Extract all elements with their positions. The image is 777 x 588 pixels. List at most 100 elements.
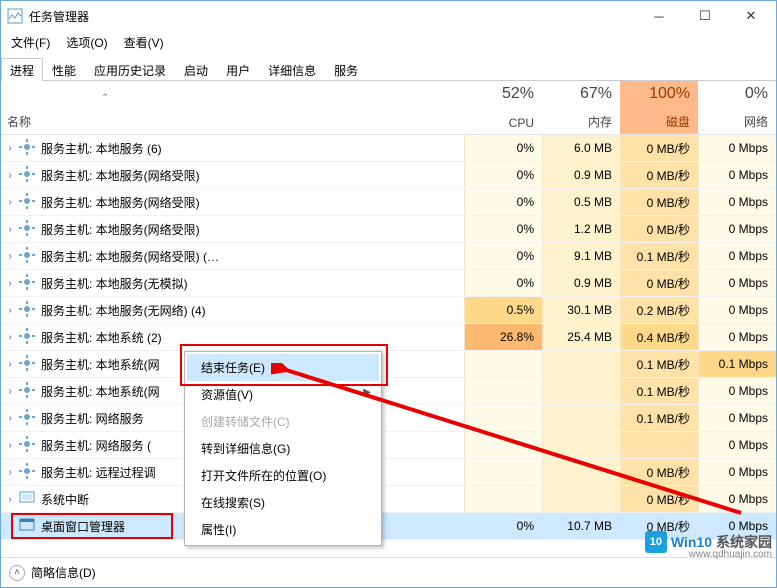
service-gear-icon <box>19 463 41 482</box>
fewer-details-label[interactable]: 简略信息(D) <box>31 564 96 581</box>
tab-performance[interactable]: 性能 <box>43 58 85 81</box>
process-row[interactable]: ›系统中断0 MB/秒0 Mbps <box>1 486 776 513</box>
submenu-arrow-icon: ▶ <box>363 387 371 398</box>
cell-disk <box>620 432 698 458</box>
menu-file[interactable]: 文件(F) <box>5 32 56 53</box>
process-row[interactable]: › 服务主机: 本地服务(网络受限)0%1.2 MB0 MB/秒0 Mbps <box>1 216 776 243</box>
process-row[interactable]: ›服务主机: 本地服务 (6)0%6.0 MB0 MB/秒0 Mbps <box>1 135 776 162</box>
cell-mem <box>542 351 620 377</box>
cell-mem <box>542 459 620 485</box>
cell-cpu <box>464 351 542 377</box>
service-gear-icon <box>19 193 41 212</box>
tab-history[interactable]: 应用历史记录 <box>85 58 175 81</box>
tab-startup[interactable]: 启动 <box>175 58 217 81</box>
cell-net: 0 Mbps <box>698 216 776 242</box>
close-button[interactable]: ✕ <box>728 1 774 31</box>
process-row[interactable]: ›服务主机: 本地服务(网络受限) (…0%9.1 MB0.1 MB/秒0 Mb… <box>1 243 776 270</box>
menu-view[interactable]: 查看(V) <box>118 32 170 53</box>
menu-bar: 文件(F) 选项(O) 查看(V) <box>1 31 776 53</box>
system-interrupt-icon <box>19 490 41 509</box>
cell-cpu: 26.8% <box>464 324 542 350</box>
tab-services[interactable]: 服务 <box>325 58 367 81</box>
cell-cpu: 0% <box>464 243 542 269</box>
expand-arrow-icon[interactable]: › <box>1 251 19 262</box>
cell-mem: 1.2 MB <box>542 216 620 242</box>
cell-cpu <box>464 486 542 512</box>
expand-arrow-icon[interactable]: › <box>1 332 19 343</box>
column-memory[interactable]: 67% 内存 <box>542 81 620 134</box>
process-row[interactable]: ›服务主机: 本地系统 (2)26.8%25.4 MB0.4 MB/秒0 Mbp… <box>1 324 776 351</box>
expand-arrow-icon[interactable]: › <box>1 143 19 154</box>
process-row[interactable]: ›服务主机: 本地系统(网0.1 MB/秒0.1 Mbps <box>1 351 776 378</box>
column-disk[interactable]: 100% 磁盘 <box>620 81 698 134</box>
watermark: 10 Win10系统家园 www.qdhuajin.com <box>645 531 772 553</box>
expand-arrow-icon[interactable]: › <box>1 170 19 181</box>
cell-net: 0 Mbps <box>698 378 776 404</box>
cell-net: 0 Mbps <box>698 405 776 431</box>
process-name: 服务主机: 本地系统 (2) <box>41 329 464 346</box>
cell-mem: 0.9 MB <box>542 162 620 188</box>
process-row[interactable]: ›服务主机: 网络服务 (0 Mbps <box>1 432 776 459</box>
menu-item-resource-values[interactable]: 资源值(V) ▶ <box>187 381 379 408</box>
process-name: 服务主机: 本地服务(网络受限) <box>41 221 464 238</box>
task-manager-window: 任务管理器 ─ ☐ ✕ 文件(F) 选项(O) 查看(V) 进程 性能 应用历史… <box>0 0 777 588</box>
expand-arrow-icon[interactable]: › <box>1 278 19 289</box>
expand-arrow-icon[interactable]: › <box>1 494 19 505</box>
expand-arrow-icon[interactable]: › <box>1 386 19 397</box>
cell-cpu: 0% <box>464 216 542 242</box>
expand-arrow-icon[interactable]: › <box>1 224 19 235</box>
menu-item-create-dump[interactable]: 创建转储文件(C) <box>187 408 379 435</box>
menu-item-end-task[interactable]: 结束任务(E) <box>187 354 379 381</box>
column-name[interactable]: ⌃ 名称 <box>1 81 464 134</box>
expand-arrow-icon[interactable]: › <box>1 359 19 370</box>
app-icon <box>7 8 23 24</box>
maximize-button[interactable]: ☐ <box>682 1 728 31</box>
cell-mem: 30.1 MB <box>542 297 620 323</box>
process-name: 服务主机: 本地服务(网络受限) <box>41 194 464 211</box>
expand-arrow-icon[interactable]: › <box>1 305 19 316</box>
cell-disk: 0 MB/秒 <box>620 216 698 242</box>
process-row[interactable]: ›服务主机: 本地服务(网络受限)0%0.5 MB0 MB/秒0 Mbps <box>1 189 776 216</box>
cell-mem: 9.1 MB <box>542 243 620 269</box>
process-name: 服务主机: 本地服务(无网络) (4) <box>41 302 464 319</box>
column-network[interactable]: 0% 网络 <box>698 81 776 134</box>
window-title: 任务管理器 <box>29 8 636 25</box>
cell-mem <box>542 486 620 512</box>
cell-disk: 0 MB/秒 <box>620 189 698 215</box>
service-gear-icon <box>19 409 41 428</box>
process-row[interactable]: ›服务主机: 远程过程调0 MB/秒0 Mbps <box>1 459 776 486</box>
service-gear-icon <box>19 436 41 455</box>
tab-users[interactable]: 用户 <box>217 58 259 81</box>
expand-arrow-icon[interactable]: › <box>1 467 19 478</box>
menu-item-go-to-details[interactable]: 转到详细信息(G) <box>187 435 379 462</box>
fewer-details-icon[interactable]: ˄ <box>9 565 25 581</box>
cell-net: 0 Mbps <box>698 432 776 458</box>
cell-disk: 0.1 MB/秒 <box>620 243 698 269</box>
minimize-button[interactable]: ─ <box>636 1 682 31</box>
process-row[interactable]: ›服务主机: 本地系统(网0.1 MB/秒0 Mbps <box>1 378 776 405</box>
process-name: 服务主机: 本地服务(网络受限) (… <box>41 248 464 265</box>
cell-net: 0 Mbps <box>698 486 776 512</box>
cell-disk: 0.2 MB/秒 <box>620 297 698 323</box>
menu-options[interactable]: 选项(O) <box>60 32 113 53</box>
column-cpu[interactable]: 52% CPU <box>464 81 542 134</box>
cell-cpu <box>464 432 542 458</box>
tab-details[interactable]: 详细信息 <box>259 58 325 81</box>
service-gear-icon <box>19 139 41 158</box>
tab-processes[interactable]: 进程 <box>1 58 43 81</box>
expand-arrow-icon[interactable]: › <box>1 440 19 451</box>
menu-item-open-location[interactable]: 打开文件所在的位置(O) <box>187 462 379 489</box>
service-gear-icon <box>19 220 41 239</box>
process-row[interactable]: ›服务主机: 本地服务(无模拟)0%0.9 MB0 MB/秒0 Mbps <box>1 270 776 297</box>
expand-arrow-icon[interactable]: › <box>1 197 19 208</box>
process-row[interactable]: ›服务主机: 网络服务0.1 MB/秒0 Mbps <box>1 405 776 432</box>
cell-disk: 0 MB/秒 <box>620 135 698 161</box>
process-row[interactable]: ›服务主机: 本地服务(网络受限)0%0.9 MB0 MB/秒0 Mbps <box>1 162 776 189</box>
menu-item-search-online[interactable]: 在线搜索(S) <box>187 489 379 516</box>
watermark-badge: 10 <box>645 531 667 553</box>
service-gear-icon <box>19 301 41 320</box>
menu-item-properties[interactable]: 属性(I) <box>187 516 379 543</box>
process-name: 服务主机: 本地服务(网络受限) <box>41 167 464 184</box>
process-row[interactable]: ›服务主机: 本地服务(无网络) (4)0.5%30.1 MB0.2 MB/秒0… <box>1 297 776 324</box>
expand-arrow-icon[interactable]: › <box>1 413 19 424</box>
